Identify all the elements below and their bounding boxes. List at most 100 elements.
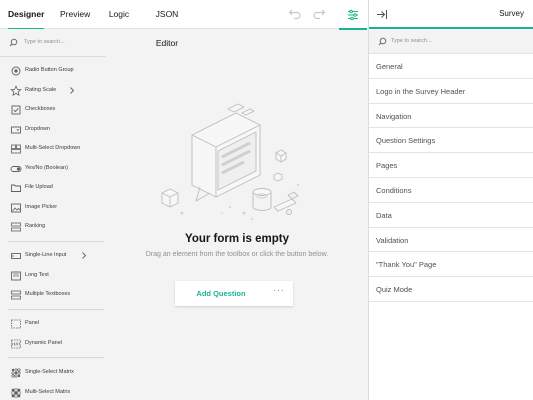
top-bar: Designer Preview Logic JSON Editor [0, 0, 368, 48]
matrix-icon [11, 368, 21, 378]
tool-label: Multi-Select Matrix [25, 389, 71, 395]
tool-label: Single-Line Input [25, 252, 67, 258]
radio-icon [11, 66, 21, 76]
folder-icon [11, 184, 21, 192]
tool-label: File Upload [25, 184, 53, 190]
category-label: Validation [376, 235, 409, 245]
tab-json-editor[interactable]: JSON Editor [146, 0, 188, 48]
category-data[interactable]: Data [369, 203, 533, 228]
tool-label: Radio Button Group [25, 67, 74, 73]
tool-rating-scale[interactable]: Rating Scale [0, 82, 106, 100]
category-navigation[interactable]: Navigation [369, 104, 533, 129]
tool-long-text[interactable]: Long Text [0, 267, 106, 285]
long-text-icon [11, 271, 21, 281]
tool-label: Yes/No (Boolean) [25, 165, 68, 171]
category-question-settings[interactable]: Question Settings [369, 128, 533, 154]
tool-label: Dynamic Panel [25, 340, 62, 346]
collapse-panel-icon[interactable] [375, 8, 389, 21]
toggle-icon [10, 166, 22, 172]
tool-multiple-textboxes[interactable]: Multiple Textboxes [0, 286, 106, 304]
tool-label: Multi-Select Dropdown [25, 145, 81, 151]
question-type-menu-button[interactable]: ··· [273, 285, 285, 296]
category-quiz-mode[interactable]: Quiz Mode [369, 277, 533, 302]
tool-label: Ranking [25, 223, 46, 229]
add-question-label: Add Question [196, 289, 246, 298]
tool-panel[interactable]: Panel [0, 315, 106, 333]
category-conditions[interactable]: Conditions [369, 178, 533, 203]
tool-label: Long Text [25, 272, 49, 278]
checkbox-icon [11, 105, 21, 115]
dynamic-panel-icon [11, 339, 21, 349]
tool-checkboxes[interactable]: Checkboxes [0, 101, 106, 119]
toolbox-search-placeholder: Type to search... [24, 39, 65, 45]
star-icon [10, 85, 22, 97]
category-label: Question Settings [376, 136, 436, 146]
tool-label: Panel [25, 320, 40, 326]
tool-dropdown[interactable]: Dropdown [0, 121, 106, 139]
category-label: Data [376, 210, 392, 220]
tool-label: Dropdown [25, 126, 51, 132]
tab-logic[interactable]: Logic [108, 0, 130, 29]
category-label: General [376, 62, 403, 71]
toolbox-search[interactable]: Type to search... [0, 29, 106, 57]
search-icon [9, 38, 18, 47]
redo-icon [313, 9, 326, 20]
category-label: Conditions [376, 186, 412, 195]
category-pages[interactable]: Pages [369, 153, 533, 178]
chevron-right-icon [82, 252, 87, 259]
design-canvas: Your form is empty Drag an element from … [106, 29, 368, 400]
survey-creator: Designer Preview Logic JSON Editor Type … [0, 0, 533, 400]
tool-file-upload[interactable]: File Upload [0, 179, 106, 197]
redo-button[interactable] [312, 7, 326, 21]
tab-designer[interactable]: Designer [8, 0, 44, 30]
dropdown-icon [11, 126, 21, 134]
tool-image-picker[interactable]: Image Picker [0, 199, 106, 217]
multi-dropdown-icon [11, 144, 21, 154]
tool-multi-select-matrix[interactable]: Multi-Select Matrix [0, 384, 106, 400]
category-label: Navigation [376, 111, 412, 121]
category-thank-you-page[interactable]: "Thank You" Page [369, 252, 533, 278]
tool-multi-select-dropdown[interactable]: Multi-Select Dropdown [0, 140, 106, 158]
toolbox-divider [8, 241, 104, 242]
tool-ranking[interactable]: Ranking [0, 218, 106, 236]
category-label: Logo in the Survey Header [376, 86, 466, 96]
toolbox-divider [8, 309, 104, 310]
multi-matrix-icon [11, 388, 21, 398]
settings-button[interactable] [339, 0, 367, 30]
tool-label: Checkboxes [25, 106, 56, 112]
tool-single-select-matrix[interactable]: Single-Select Matrix [0, 364, 106, 382]
tool-single-line-input[interactable]: Single-Line Input [0, 247, 106, 265]
tool-label: Multiple Textboxes [25, 291, 71, 297]
category-label: Pages [376, 161, 398, 171]
property-grid-title: Survey [499, 9, 524, 18]
text-input-icon [11, 253, 21, 259]
tab-preview[interactable]: Preview [60, 0, 90, 29]
property-grid-search[interactable]: Type to search... [369, 30, 533, 54]
category-label: "Thank You" Page [376, 260, 437, 270]
empty-form-description: Drag an element from the toolbox or clic… [145, 251, 329, 258]
category-logo[interactable]: Logo in the Survey Header [369, 79, 533, 104]
empty-form-title: Your form is empty [185, 233, 289, 245]
property-grid: Survey Type to search... General Logo in… [368, 0, 533, 400]
property-grid-header: Survey [369, 0, 533, 29]
category-general[interactable]: General [369, 54, 533, 79]
search-icon [378, 37, 387, 46]
undo-button[interactable] [288, 7, 302, 21]
panel-icon [11, 319, 21, 329]
tool-label: Single-Select Matrix [25, 369, 74, 375]
multiple-text-icon [11, 290, 21, 300]
category-validation[interactable]: Validation [369, 228, 533, 253]
tool-yes-no-boolean[interactable]: Yes/No (Boolean) [0, 160, 106, 178]
property-grid-search-placeholder: Type to search... [391, 38, 432, 44]
ranking-icon [11, 222, 21, 232]
tool-label: Image Picker [25, 204, 58, 210]
image-icon [11, 203, 21, 213]
toolbox: Type to search... Radio Button Group Rat… [0, 29, 106, 400]
category-label: Quiz Mode [376, 285, 413, 295]
chevron-right-icon [70, 87, 75, 94]
tool-dynamic-panel[interactable]: Dynamic Panel [0, 335, 106, 353]
settings-sliders-icon [348, 9, 358, 20]
tool-label: Rating Scale [25, 87, 57, 93]
tool-radio-button-group[interactable]: Radio Button Group [0, 62, 106, 80]
add-question-button[interactable]: Add Question ··· [175, 281, 293, 306]
